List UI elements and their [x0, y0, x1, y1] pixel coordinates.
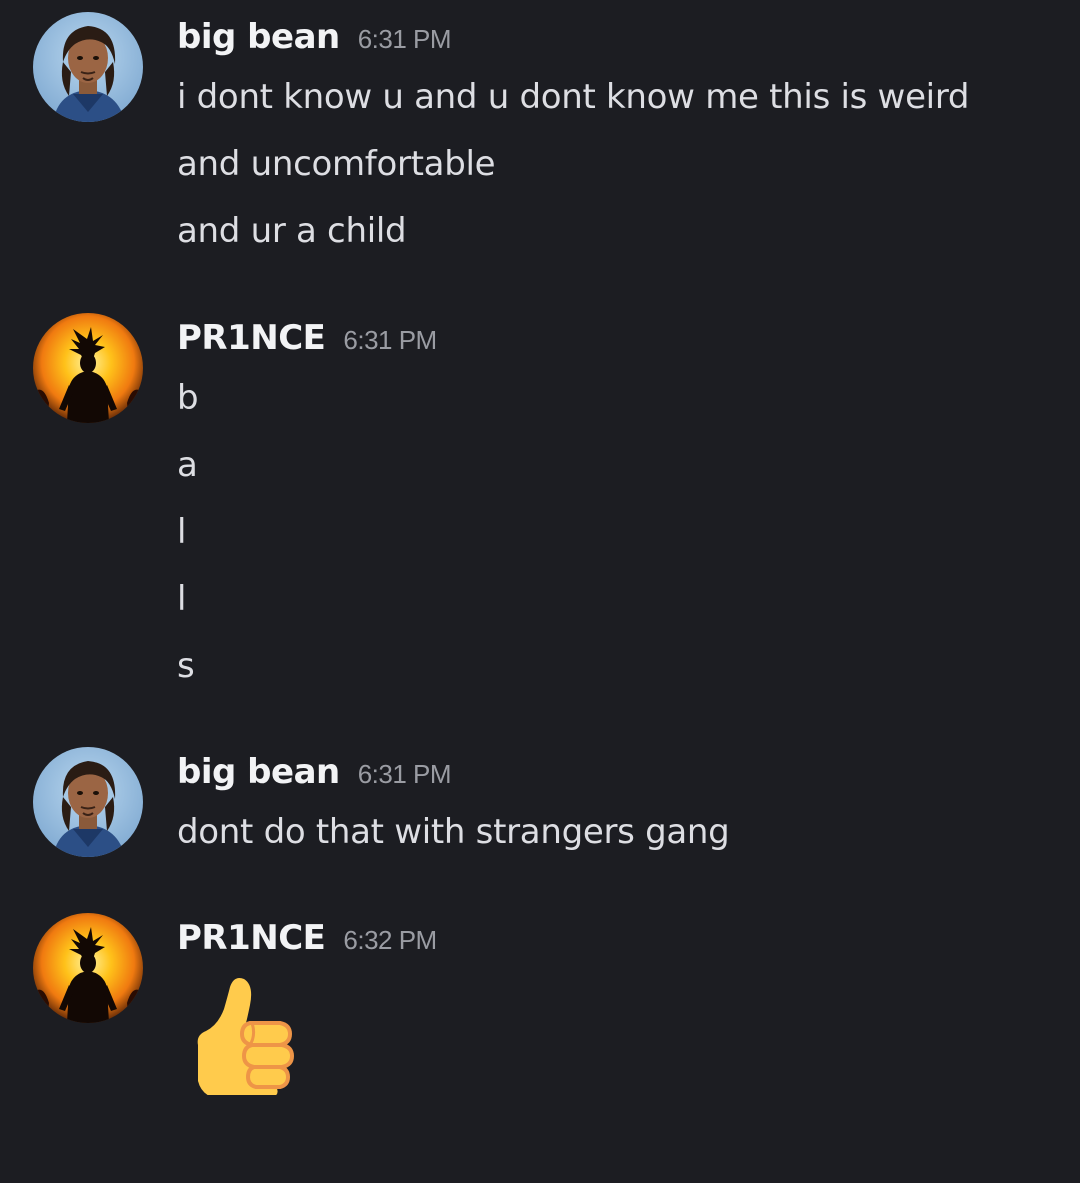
message-text: and uncomfortable	[177, 144, 496, 184]
thumbs-up-icon[interactable]	[180, 965, 310, 1099]
prince-avatar-icon[interactable]	[33, 313, 143, 423]
message-text: a	[177, 445, 198, 485]
message-text: l	[177, 512, 187, 552]
message-text: s	[177, 646, 195, 686]
message-text: dont do that with strangers gang	[177, 812, 730, 852]
message-header: big bean 6:31 PM	[177, 12, 452, 62]
username[interactable]: PR1NCE	[177, 318, 326, 358]
prince-avatar-icon[interactable]	[33, 913, 143, 1023]
message-header: PR1NCE 6:32 PM	[177, 913, 437, 963]
bean-avatar-icon[interactable]	[33, 12, 143, 122]
message-text: b	[177, 378, 199, 418]
timestamp: 6:31 PM	[357, 24, 452, 54]
message-header: PR1NCE 6:31 PM	[177, 313, 437, 363]
username[interactable]: big bean	[177, 17, 340, 57]
message-text: l	[177, 579, 187, 619]
timestamp: 6:32 PM	[343, 925, 437, 955]
message-header: big bean 6:31 PM	[177, 747, 452, 797]
username[interactable]: big bean	[177, 752, 340, 792]
bean-avatar-icon[interactable]	[33, 747, 143, 857]
chat-message-list: big bean 6:31 PM i dont know u and u dont…	[0, 0, 1080, 1183]
message-text: i dont know u and u dont know me this is…	[177, 77, 970, 117]
timestamp: 6:31 PM	[343, 325, 437, 355]
message-text: and ur a child	[177, 211, 407, 251]
username[interactable]: PR1NCE	[177, 918, 326, 958]
timestamp: 6:31 PM	[357, 759, 452, 789]
